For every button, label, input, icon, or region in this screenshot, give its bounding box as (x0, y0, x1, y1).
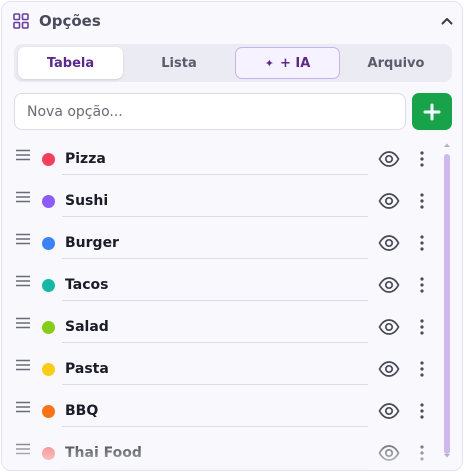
option-label: Burger (65, 235, 119, 251)
option-color-dot[interactable] (42, 321, 55, 334)
option-color-dot[interactable] (42, 363, 55, 376)
tab-lista[interactable]: Lista (127, 47, 231, 79)
option-row[interactable]: Tacos (2, 264, 442, 306)
option-underline (62, 174, 368, 175)
option-row[interactable]: Thai Food (2, 432, 442, 470)
panel-header: Opções (2, 2, 462, 42)
option-color-dot[interactable] (42, 153, 55, 166)
more-vertical-icon[interactable] (413, 149, 431, 169)
option-label: Thai Food (65, 445, 142, 461)
tab-label: Lista (161, 55, 197, 71)
option-row[interactable]: Salad (2, 306, 442, 348)
option-color-dot[interactable] (42, 195, 55, 208)
tab-arquivo[interactable]: Arquivo (344, 47, 448, 79)
option-label: Tacos (65, 277, 109, 293)
option-color-dot[interactable] (42, 405, 55, 418)
options-list: Pizza Sushi Burger Tacos Salad Pasta BBQ Thai F… (2, 138, 442, 470)
option-color-dot[interactable] (42, 447, 55, 460)
option-label: Pasta (65, 361, 109, 377)
option-row[interactable]: Pasta (2, 348, 442, 390)
eye-icon[interactable] (378, 150, 400, 168)
option-row[interactable]: BBQ (2, 390, 442, 432)
option-underline (62, 342, 368, 343)
drag-handle-icon[interactable] (15, 191, 31, 203)
drag-handle-icon[interactable] (15, 443, 31, 455)
drag-handle-icon[interactable] (15, 401, 31, 413)
option-row[interactable]: Sushi (2, 180, 442, 222)
option-underline (62, 300, 368, 301)
option-row[interactable]: Pizza (2, 138, 442, 180)
option-underline (62, 468, 368, 469)
option-underline (62, 426, 368, 427)
eye-icon[interactable] (378, 360, 400, 378)
view-tabs: Tabela Lista ✦ + IA Arquivo (14, 44, 452, 82)
option-row[interactable]: Burger (2, 222, 442, 264)
scroll-up-icon[interactable] (443, 142, 451, 148)
eye-icon[interactable] (378, 318, 400, 336)
option-underline (62, 384, 368, 385)
tab-label: Tabela (46, 55, 95, 71)
new-option-input[interactable] (14, 93, 406, 130)
tab-label: Arquivo (367, 55, 425, 71)
drag-handle-icon[interactable] (15, 275, 31, 287)
options-panel: Opções Tabela Lista ✦ + IA Arquivo Pizza… (1, 1, 463, 471)
more-vertical-icon[interactable] (413, 317, 431, 337)
eye-icon[interactable] (378, 234, 400, 252)
drag-handle-icon[interactable] (15, 317, 31, 329)
add-option-button[interactable] (412, 93, 452, 130)
scrollbar-thumb[interactable] (444, 154, 450, 454)
chevron-up-icon[interactable] (440, 14, 454, 28)
eye-icon[interactable] (378, 192, 400, 210)
option-label: Pizza (65, 151, 106, 167)
tab-tabela[interactable]: Tabela (18, 47, 123, 79)
more-vertical-icon[interactable] (413, 233, 431, 253)
option-underline (62, 216, 368, 217)
option-underline (62, 258, 368, 259)
eye-icon[interactable] (378, 444, 400, 462)
option-color-dot[interactable] (42, 237, 55, 250)
option-label: Sushi (65, 193, 109, 209)
more-vertical-icon[interactable] (413, 443, 431, 463)
grid-icon (13, 13, 29, 29)
plus-icon (423, 103, 441, 120)
eye-icon[interactable] (378, 402, 400, 420)
option-label: Salad (65, 319, 109, 335)
sparkles-icon: ✦ (264, 56, 274, 70)
drag-handle-icon[interactable] (15, 149, 31, 161)
scroll-down-icon[interactable] (443, 453, 451, 459)
more-vertical-icon[interactable] (413, 191, 431, 211)
drag-handle-icon[interactable] (15, 359, 31, 371)
more-vertical-icon[interactable] (413, 401, 431, 421)
drag-handle-icon[interactable] (15, 233, 31, 245)
tab-ia[interactable]: ✦ + IA (235, 47, 340, 79)
option-color-dot[interactable] (42, 279, 55, 292)
tab-label: + IA (279, 55, 311, 71)
option-label: BBQ (65, 403, 99, 419)
eye-icon[interactable] (378, 276, 400, 294)
panel-title: Opções (39, 12, 101, 30)
more-vertical-icon[interactable] (413, 359, 431, 379)
more-vertical-icon[interactable] (413, 275, 431, 295)
